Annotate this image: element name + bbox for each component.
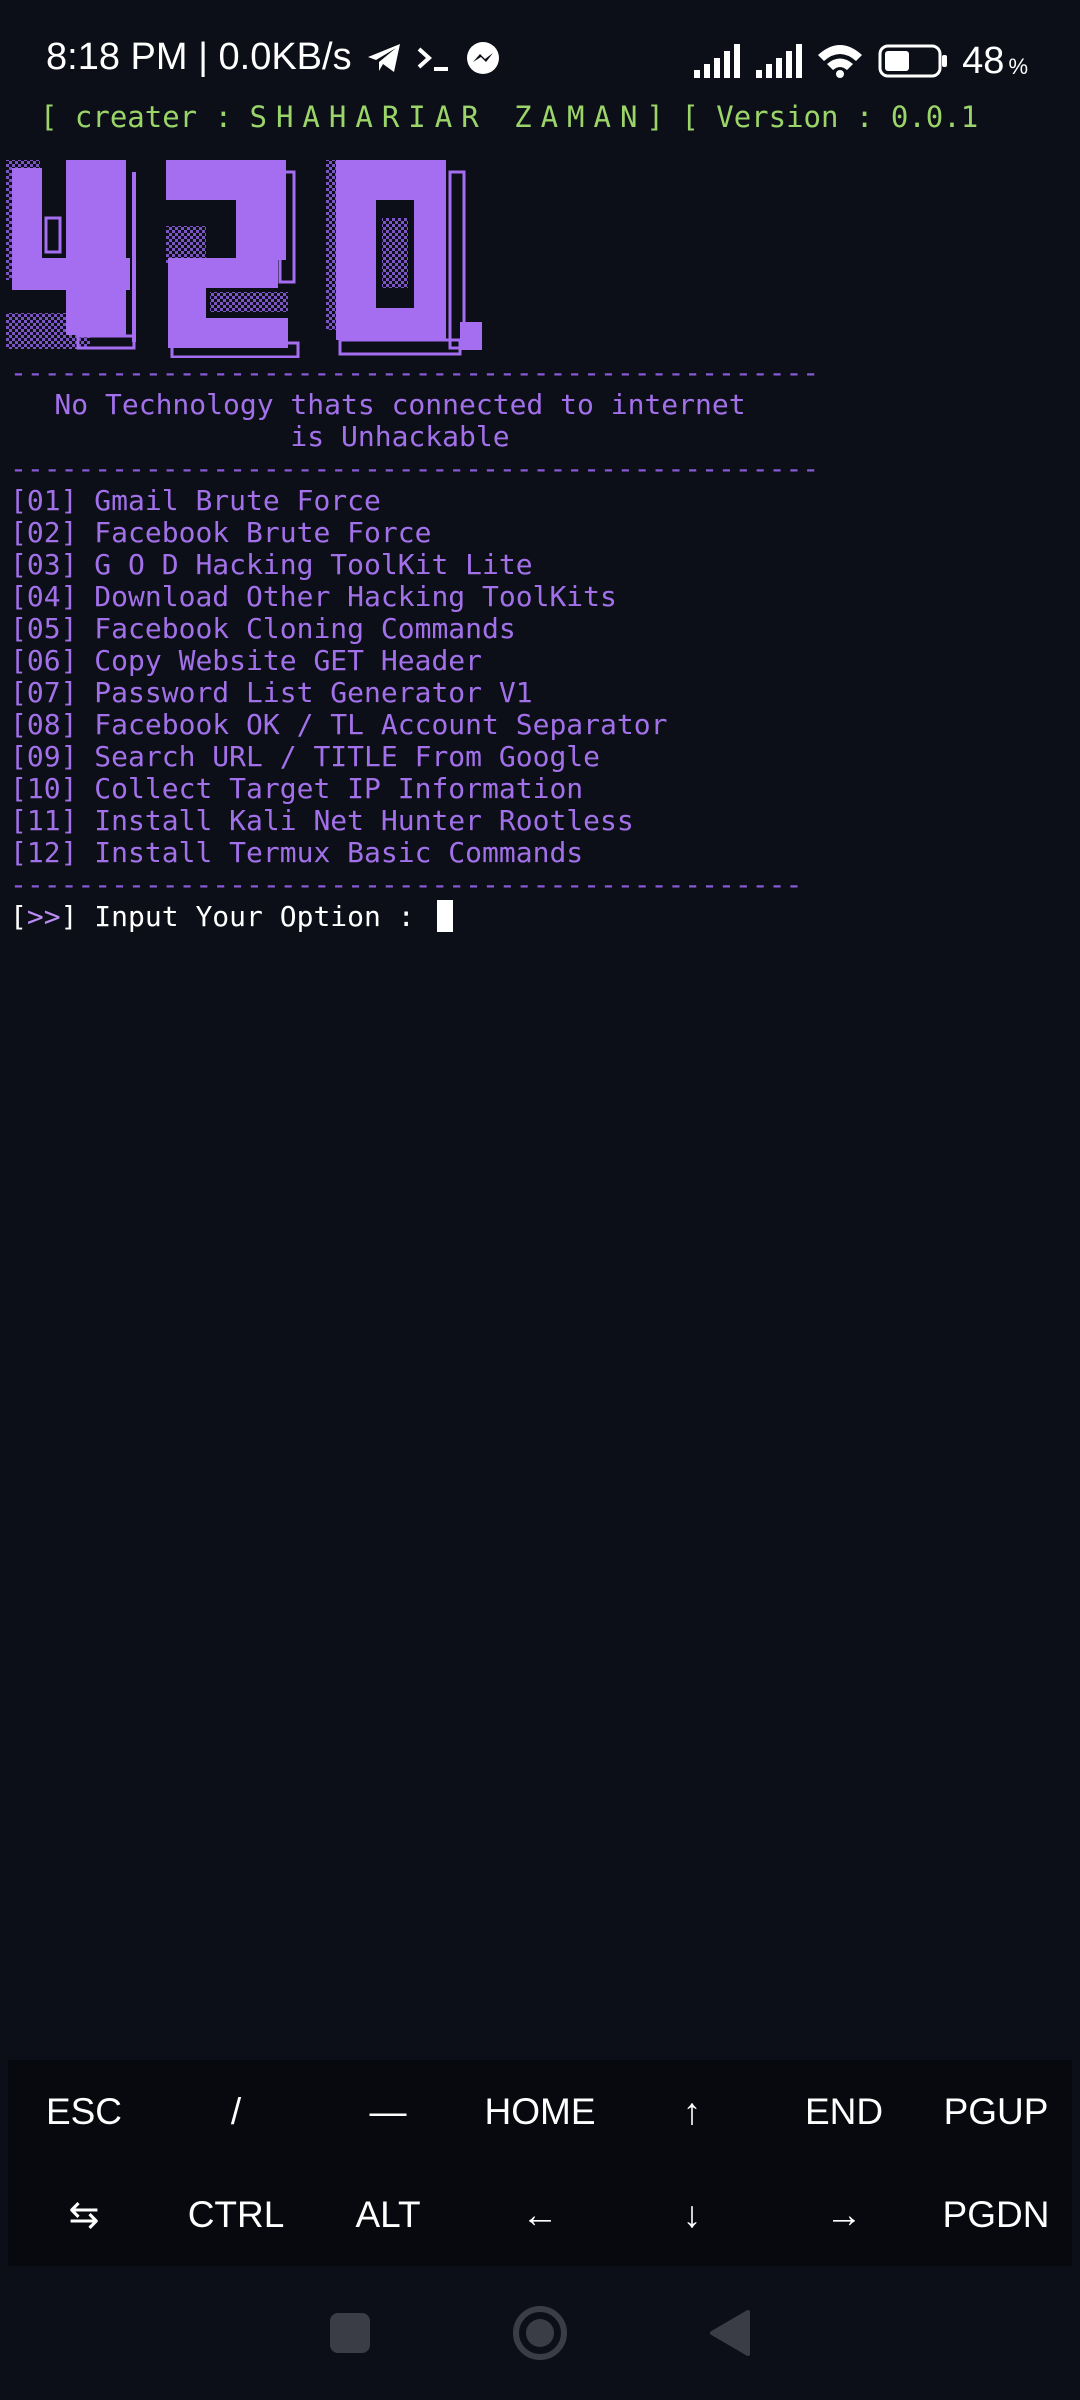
terminal-icon (416, 43, 452, 73)
menu-item-number: [10] (10, 772, 78, 805)
menu-item-number: [06] (10, 644, 78, 677)
tab-key[interactable]: ⇆ (8, 2163, 160, 2266)
option-prompt[interactable]: [>>] Input Your Option : (10, 900, 454, 933)
back-triangle-icon (710, 2310, 750, 2356)
divider-top: ----------------------------------------… (10, 356, 820, 389)
right-arrow-key[interactable]: → (768, 2163, 920, 2266)
menu-item-label: Gmail Brute Force (94, 484, 381, 517)
ctrl-key[interactable]: CTRL (160, 2163, 312, 2266)
battery-percent: 48 (962, 39, 1005, 82)
menu-item: [08] Facebook OK / TL Account Separator (10, 708, 667, 741)
divider-bottom: ----------------------------------------… (10, 868, 803, 901)
menu-item-label: Download Other Hacking ToolKits (94, 580, 617, 613)
menu-item: [07] Password List Generator V1 (10, 676, 533, 709)
battery-percent-sign: % (1008, 54, 1028, 79)
menu-item-number: [01] (10, 484, 78, 517)
menu-item-number: [03] (10, 548, 78, 581)
circle-icon (513, 2306, 567, 2360)
recents-button[interactable] (310, 2293, 390, 2373)
divider-middle: ----------------------------------------… (10, 452, 820, 485)
menu-item-label: G O D Hacking ToolKit Lite (94, 548, 533, 581)
prompt-arrows: >> (26, 900, 61, 933)
prompt-bracket-open: [ (10, 900, 27, 933)
menu-item: [02] Facebook Brute Force (10, 516, 431, 549)
dash-key[interactable]: — (312, 2060, 464, 2163)
slash-key[interactable]: / (160, 2060, 312, 2163)
menu-item-label: Collect Target IP Information (94, 772, 584, 805)
menu-item-label: Password List Generator V1 (94, 676, 533, 709)
menu-item-label: Search URL / TITLE From Google (94, 740, 601, 773)
battery-icon (878, 44, 948, 78)
esc-key[interactable]: ESC (8, 2060, 160, 2163)
wifi-icon (816, 43, 864, 79)
version-number: 0.0.1 (890, 100, 979, 134)
menu-item-label: Install Kali Net Hunter Rootless (94, 804, 634, 837)
status-left: 8:18 PM | 0.0KB/s (46, 36, 500, 79)
ascii-logo (6, 158, 486, 362)
menu-item-number: [02] (10, 516, 78, 549)
left-arrow-key[interactable]: ← (464, 2163, 616, 2266)
version-prefix: ] [ Version : (646, 100, 891, 134)
status-time-network: 8:18 PM | 0.0KB/s (46, 36, 352, 78)
menu-item-number: [04] (10, 580, 78, 613)
square-icon (330, 2313, 370, 2353)
menu-item-number: [07] (10, 676, 78, 709)
menu-item-number: [08] (10, 708, 78, 741)
extra-keys-bar: ESC / — HOME ↑ END PGUP ⇆ CTRL ALT ← ↓ →… (8, 2060, 1072, 2266)
menu-item: [10] Collect Target IP Information (10, 772, 583, 805)
menu-item-number: [12] (10, 836, 78, 869)
status-right: 48% (692, 36, 1028, 86)
signal-icon-2 (754, 44, 803, 78)
down-arrow-key[interactable]: ↓ (616, 2163, 768, 2266)
up-arrow-key[interactable]: ↑ (616, 2060, 768, 2163)
pgdn-key[interactable]: PGDN (920, 2163, 1072, 2266)
menu-item-label: Facebook Cloning Commands (94, 612, 516, 645)
home-key[interactable]: HOME (464, 2060, 616, 2163)
menu-item: [04] Download Other Hacking ToolKits (10, 580, 617, 613)
menu-item-number: [11] (10, 804, 78, 837)
tagline-line-1: No Technology thats connected to interne… (54, 388, 746, 421)
creator-name: SHAHARIAR ZAMAN (249, 100, 647, 134)
home-button[interactable] (500, 2293, 580, 2373)
menu-item-number: [09] (10, 740, 78, 773)
menu-item: [12] Install Termux Basic Commands (10, 836, 583, 869)
text-cursor (437, 900, 454, 932)
pgup-key[interactable]: PGUP (920, 2060, 1072, 2163)
menu-item-label: Facebook Brute Force (94, 516, 432, 549)
menu-item: [03] G O D Hacking ToolKit Lite (10, 548, 533, 581)
menu-item: [11] Install Kali Net Hunter Rootless (10, 804, 634, 837)
menu-item-label: Facebook OK / TL Account Separator (94, 708, 668, 741)
menu-item-label: Copy Website GET Header (94, 644, 483, 677)
signal-icon (692, 44, 741, 78)
alt-key[interactable]: ALT (312, 2163, 464, 2266)
back-button[interactable] (690, 2293, 770, 2373)
prompt-text: Input Your Option : (77, 900, 432, 933)
menu-item-label: Install Termux Basic Commands (94, 836, 584, 869)
menu-item: [01] Gmail Brute Force (10, 484, 381, 517)
menu-item: [05] Facebook Cloning Commands (10, 612, 516, 645)
prompt-bracket-close: ] (60, 900, 78, 933)
telegram-icon (366, 42, 402, 74)
system-nav-bar (0, 2266, 1080, 2400)
status-bar: 8:18 PM | 0.0KB/s 48% (0, 0, 1080, 104)
messenger-icon (466, 41, 500, 75)
end-key[interactable]: END (768, 2060, 920, 2163)
menu-item: [06] Copy Website GET Header (10, 644, 482, 677)
creator-line: [ creater : SHAHARIAR ZAMAN] [ Version :… (40, 100, 978, 134)
tagline-line-2: is Unhackable (290, 420, 510, 453)
menu-item-number: [05] (10, 612, 78, 645)
creator-prefix: [ creater : (40, 100, 250, 134)
menu-item: [09] Search URL / TITLE From Google (10, 740, 600, 773)
